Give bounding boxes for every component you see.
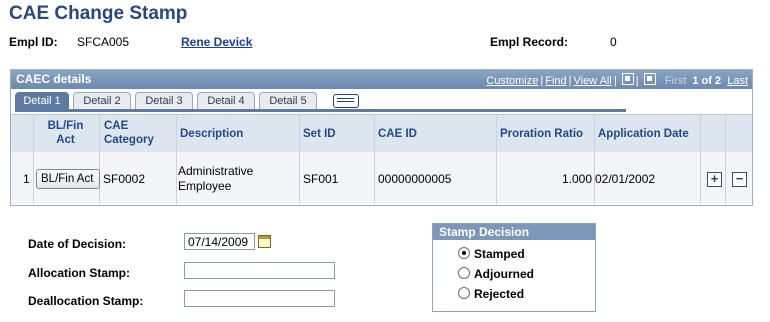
- employee-name-link[interactable]: Rene Devick: [181, 35, 252, 49]
- col-description: Description: [180, 128, 244, 140]
- grid-icon[interactable]: [643, 73, 656, 85]
- radio-rejected-label: Rejected: [474, 287, 525, 301]
- grid-nav: Customize | Find | View All | | First 1 of 2 …: [486, 73, 748, 87]
- tab-detail-3[interactable]: Detail 3: [135, 92, 193, 109]
- deallocation-stamp-label: Deallocation Stamp:: [28, 294, 144, 308]
- download-icon[interactable]: [621, 73, 634, 85]
- radio-stamped-label: Stamped: [474, 247, 525, 261]
- tab-underline: [15, 109, 626, 112]
- tab-detail-1[interactable]: Detail 1: [15, 92, 69, 109]
- col-cae-category: CAE Category: [104, 120, 154, 146]
- empl-id-label: Empl ID:: [9, 35, 58, 49]
- col-application-date: Application Date: [598, 128, 689, 140]
- radio-stamped[interactable]: [458, 247, 470, 259]
- first-link: First: [664, 75, 687, 87]
- last-link[interactable]: Last: [727, 75, 748, 87]
- grid-title: CAEC details: [16, 72, 92, 86]
- row-number: 1: [23, 172, 30, 186]
- empl-record-label: Empl Record:: [490, 35, 569, 49]
- date-of-decision-input[interactable]: 07/14/2009: [184, 233, 255, 250]
- date-of-decision-label: Date of Decision:: [28, 237, 127, 251]
- calendar-icon[interactable]: [258, 235, 271, 248]
- blfin-act-button[interactable]: BL/Fin Act: [36, 169, 100, 189]
- deallocation-stamp-input[interactable]: [184, 290, 335, 307]
- find-link[interactable]: Find: [545, 75, 566, 87]
- caec-details-grid: CAEC details Customize | Find | View All | | …: [10, 69, 753, 206]
- allocation-stamp-input[interactable]: [184, 262, 335, 279]
- radio-rejected[interactable]: [458, 287, 470, 299]
- customize-link[interactable]: Customize: [486, 75, 538, 87]
- col-set-id: Set ID: [303, 128, 336, 140]
- add-row-button[interactable]: +: [707, 172, 722, 187]
- view-all-link[interactable]: View All: [573, 75, 611, 87]
- col-blfin-act: BL/Fin Act: [47, 120, 84, 146]
- empl-id-value: SFCA005: [77, 35, 130, 49]
- grid-column-headers: BL/Fin Act CAE Category Description Set …: [11, 114, 752, 153]
- tab-detail-4[interactable]: Detail 4: [197, 92, 255, 109]
- cae-id-value: 00000000005: [378, 172, 452, 186]
- empl-record-value: 0: [610, 35, 617, 49]
- delete-row-button[interactable]: −: [732, 172, 747, 187]
- stamp-decision-group: Stamp Decision Stamped Adjourned Rejecte…: [432, 223, 596, 312]
- radio-adjourned-label: Adjourned: [474, 267, 534, 281]
- tab-detail-5[interactable]: Detail 5: [259, 92, 317, 109]
- col-cae-id: CAE ID: [378, 128, 417, 140]
- application-date-value: 02/01/2002: [595, 172, 656, 186]
- page-count: 1 of 2: [692, 75, 722, 87]
- description-value: Administrative Employee: [178, 164, 254, 193]
- proration-ratio-value: 1.000: [561, 172, 592, 186]
- grid-view-icon[interactable]: [333, 94, 359, 108]
- radio-adjourned[interactable]: [458, 267, 470, 279]
- stamp-decision-title: Stamp Decision: [433, 224, 595, 240]
- allocation-stamp-label: Allocation Stamp:: [28, 266, 131, 280]
- cae-category-value: SF0002: [103, 172, 146, 186]
- grid-header-bar: CAEC details Customize | Find | View All | | …: [11, 70, 752, 89]
- col-proration-ratio: Proration Ratio: [500, 128, 584, 140]
- set-id-value: SF001: [303, 172, 339, 186]
- tab-detail-2[interactable]: Detail 2: [73, 92, 131, 109]
- page-title: CAE Change Stamp: [9, 3, 188, 24]
